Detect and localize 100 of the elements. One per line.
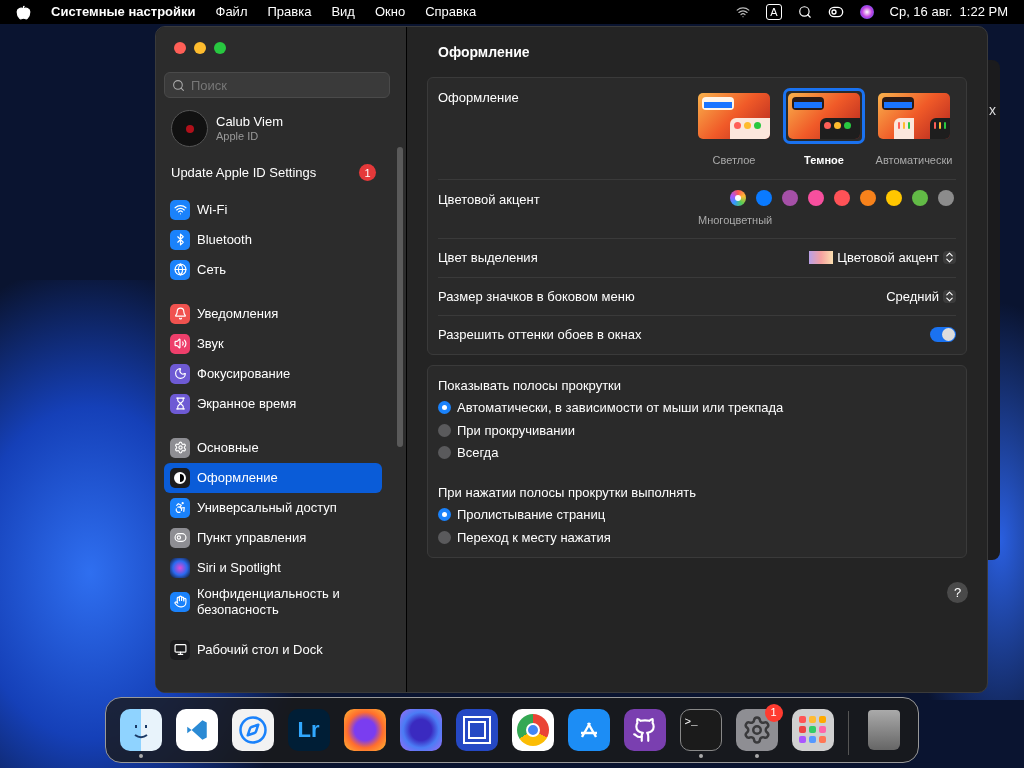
page-title: Оформление xyxy=(438,43,531,62)
setting-label: Размер значков в боковом меню xyxy=(438,287,635,306)
orb-icon xyxy=(170,557,190,578)
app-menu[interactable]: Системные настройки xyxy=(51,2,196,22)
hand-icon xyxy=(170,591,190,612)
account-name[interactable]: Calub Viem xyxy=(216,113,283,129)
setting-label: Цветовой акцент xyxy=(438,190,540,209)
menu-bar-clock[interactable]: Ср, 16 авг. 1:22 PM xyxy=(889,2,1008,22)
menu-item[interactable]: Правка xyxy=(267,2,312,22)
sidebar-item[interactable]: Универсальный доступ xyxy=(164,492,382,523)
app-store-icon[interactable] xyxy=(567,708,610,751)
accent-color-swatch[interactable] xyxy=(886,189,902,206)
group-label: Показывать полосы прокрутки xyxy=(438,376,623,395)
radio-label[interactable]: Автоматически, в зависимости от мыши или трекпада xyxy=(457,398,784,418)
sidebar-item[interactable]: Рабочий стол и Dock xyxy=(164,634,382,665)
sidebar-item[interactable]: Wi-Fi xyxy=(164,194,382,225)
radio-label[interactable]: При прокручивании xyxy=(457,420,575,440)
code-editor-icon[interactable] xyxy=(175,708,218,751)
accent-color-swatch[interactable] xyxy=(912,189,928,206)
sidebar-item[interactable]: Bluetooth xyxy=(164,224,382,255)
radio-button[interactable] xyxy=(438,508,451,522)
minimize-window-button[interactable] xyxy=(194,42,206,54)
sidebar-item[interactable]: Основные xyxy=(164,432,382,463)
concentric-squares-icon[interactable] xyxy=(455,708,498,751)
sidebar-item[interactable]: Экранное время xyxy=(164,388,382,419)
search-icon[interactable] xyxy=(797,5,812,19)
radio-button[interactable] xyxy=(438,423,451,437)
accent-color-swatch[interactable] xyxy=(860,189,876,206)
group-label: При нажатии полосы прокрутки выполнять xyxy=(438,483,698,502)
accent-color-swatch[interactable] xyxy=(730,189,746,206)
octocat-icon[interactable] xyxy=(623,708,666,751)
globe-icon xyxy=(170,259,190,280)
accent-color-swatch[interactable] xyxy=(938,189,954,206)
accent-color-swatch[interactable] xyxy=(808,189,824,206)
toggle-switch[interactable] xyxy=(930,327,956,343)
menu-item[interactable]: Вид xyxy=(331,2,355,22)
help-button[interactable]: ? xyxy=(947,582,968,603)
accent-caption: Многоцветный xyxy=(698,212,773,228)
siri-orb-icon[interactable] xyxy=(859,5,874,19)
search-field[interactable]: Поиск xyxy=(164,72,390,98)
sidebar-item[interactable]: Siri и Spotlight xyxy=(164,552,382,583)
avatar[interactable] xyxy=(171,110,208,147)
accent-color-swatch[interactable] xyxy=(834,189,850,206)
radio-button[interactable] xyxy=(438,530,451,544)
popup-button[interactable]: Средний xyxy=(886,286,956,306)
control-center-icon[interactable] xyxy=(827,4,844,20)
account-subtitle: Apple ID xyxy=(216,128,260,144)
sidebar-item[interactable]: Оформление xyxy=(164,462,382,493)
input-source-indicator[interactable]: A xyxy=(766,4,782,20)
popup-button[interactable]: Цветовой акцент xyxy=(809,248,956,268)
notification-badge: 1 xyxy=(764,703,783,722)
menu-item[interactable]: Окно xyxy=(374,2,406,22)
hourglass-icon xyxy=(170,393,190,414)
search-icon xyxy=(172,79,185,92)
finder-face-icon[interactable] xyxy=(119,708,162,751)
sidebar-item[interactable]: Фокусирование xyxy=(164,358,382,389)
appearance-option[interactable]: Светлое xyxy=(692,88,776,169)
bell-icon xyxy=(170,303,190,324)
gear-icon xyxy=(170,437,190,458)
stepper-chevrons-icon xyxy=(943,251,956,265)
sidebar-item[interactable]: Пункт управления xyxy=(164,522,382,553)
moon-icon xyxy=(170,363,190,384)
speaker-icon xyxy=(170,333,190,354)
gradient-swatch-icon xyxy=(809,251,834,265)
app-grid-icon[interactable] xyxy=(791,708,834,751)
stepper-chevrons-icon xyxy=(943,289,956,303)
scrollbar[interactable] xyxy=(397,147,403,447)
bluetooth-icon xyxy=(170,229,190,250)
gear-icon xyxy=(741,714,772,745)
update-apple-id-item[interactable]: Update Apple ID Settings 1 xyxy=(171,163,376,183)
accent-color-swatch[interactable] xyxy=(756,189,772,206)
compass-icon[interactable] xyxy=(231,708,274,751)
sidebar-item[interactable]: Уведомления xyxy=(164,298,382,329)
photo-app-icon[interactable]: Lr xyxy=(287,708,330,751)
terminal-icon[interactable]: >_ xyxy=(679,708,722,751)
sidebar-item[interactable]: Звук xyxy=(164,328,382,359)
menu-item[interactable]: Справка xyxy=(425,2,477,22)
radio-button[interactable] xyxy=(438,401,451,415)
toggle-icon xyxy=(170,527,190,548)
accent-color-swatch[interactable] xyxy=(782,189,798,206)
menu-item[interactable]: Файл xyxy=(215,2,248,22)
close-glyph[interactable]: x xyxy=(989,100,996,121)
notification-badge: 1 xyxy=(359,164,376,182)
sidebar-item[interactable]: Конфиденциальность и безопасность xyxy=(164,582,382,621)
setting-label: Разрешить оттенки обоев в окнах xyxy=(438,326,642,344)
setting-label: Оформление xyxy=(438,89,519,107)
radio-label[interactable]: Всегда xyxy=(457,443,499,463)
close-window-button[interactable] xyxy=(174,42,186,54)
radio-label[interactable]: Пролистывание страниц xyxy=(457,505,606,525)
setting-label: Цвет выделения xyxy=(438,249,538,267)
radio-label[interactable]: Переход к месту нажатия xyxy=(457,527,611,547)
appearance-option[interactable]: Автоматически xyxy=(872,88,956,169)
wifi-icon[interactable] xyxy=(736,5,751,19)
sidebar-item[interactable]: Сеть xyxy=(164,254,382,285)
apple-logo-icon[interactable] xyxy=(16,4,31,20)
monitor-icon xyxy=(170,639,190,660)
radio-button[interactable] xyxy=(438,446,451,460)
wifi-icon xyxy=(170,199,190,220)
person-icon xyxy=(170,497,190,518)
zoom-window-button[interactable] xyxy=(214,42,226,54)
